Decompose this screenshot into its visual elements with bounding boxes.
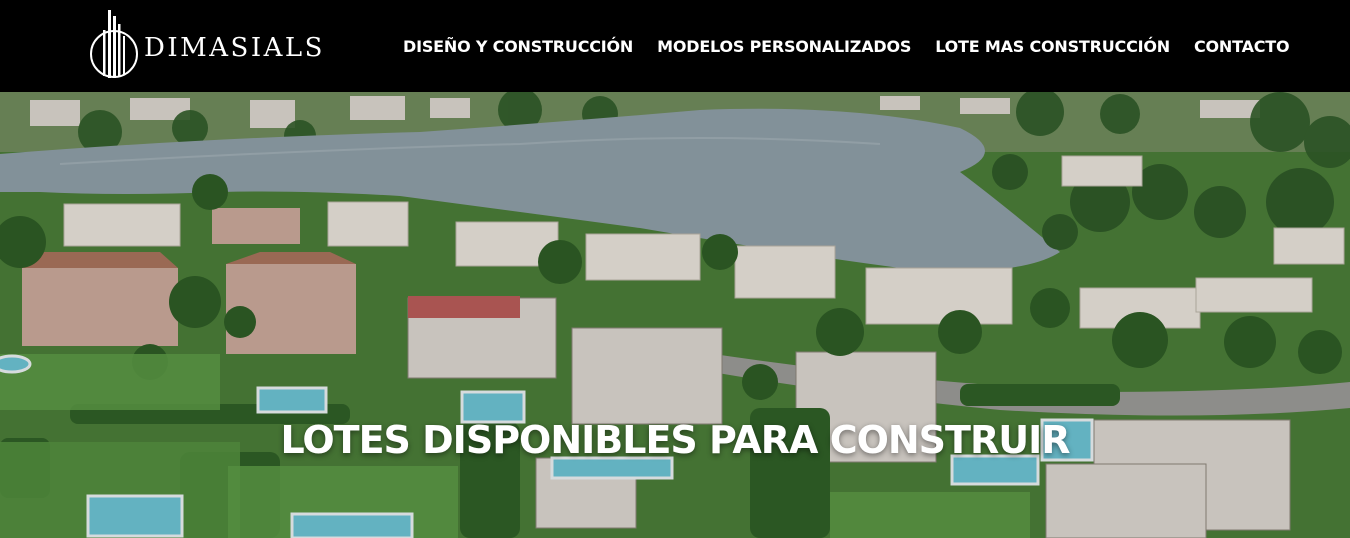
logo-link[interactable]: DIMASIALS — [88, 10, 325, 80]
brand-name: DIMASIALS — [144, 33, 325, 63]
nav-item-diseno-construccion[interactable]: DISEÑO Y CONSTRUCCIÓN — [403, 37, 633, 56]
nav-item-modelos-personalizados[interactable]: MODELOS PERSONALIZADOS — [657, 37, 911, 56]
hero-aerial-image — [0, 92, 1350, 538]
site-header: DIMASIALS DISEÑO Y CONSTRUCCIÓN MODELOS … — [0, 0, 1350, 92]
nav-item-lote-mas-construccion[interactable]: LOTE MAS CONSTRUCCIÓN — [935, 37, 1170, 56]
main-nav: DISEÑO Y CONSTRUCCIÓN MODELOS PERSONALIZ… — [403, 0, 1290, 92]
hero-banner: LOTES DISPONIBLES PARA CONSTRUIR — [0, 92, 1350, 538]
building-columns-logo-icon — [90, 10, 138, 78]
nav-item-contacto[interactable]: CONTACTO — [1194, 37, 1290, 56]
hero-title: LOTES DISPONIBLES PARA CONSTRUIR — [280, 418, 1071, 462]
